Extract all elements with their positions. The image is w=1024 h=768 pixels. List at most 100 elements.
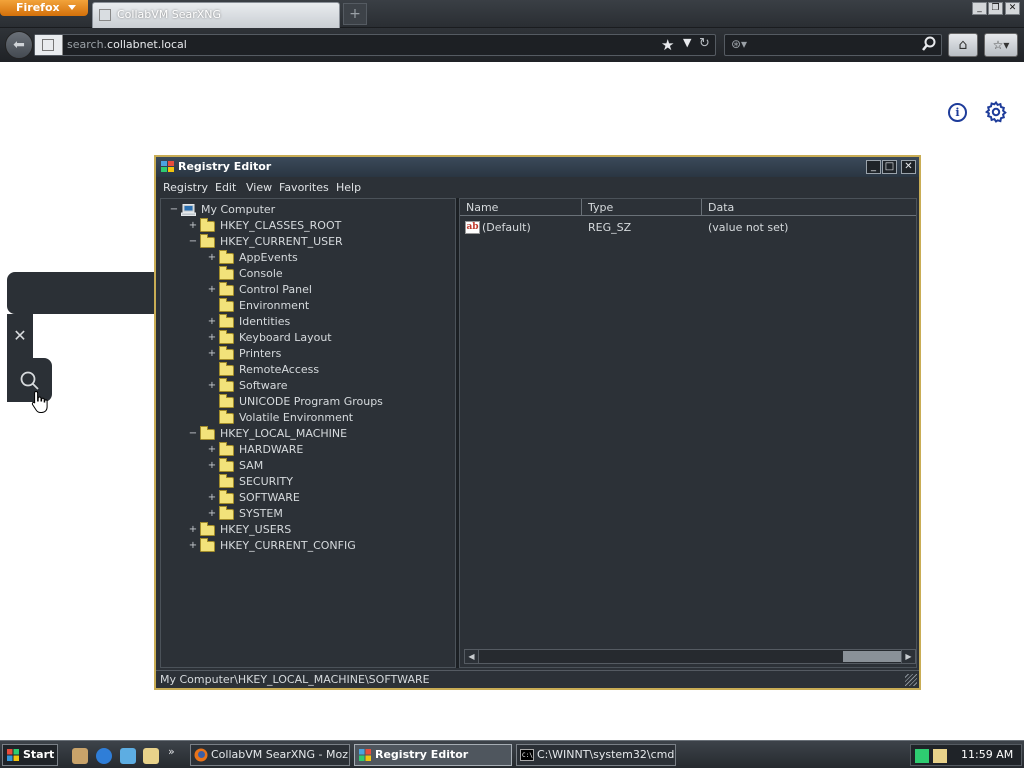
expand-icon[interactable]: + [188,538,198,554]
url-bar[interactable]: search.collabnet.local ★ ▼ ↻ [34,34,716,56]
tree-item-label: AppEvents [239,251,298,264]
expand-icon[interactable]: + [207,250,217,266]
start-button[interactable]: Start [2,744,58,766]
scrollbar-track[interactable] [479,650,901,663]
expand-icon[interactable]: + [207,346,217,362]
svg-text:C:\: C:\ [522,752,533,759]
expand-icon[interactable]: + [207,314,217,330]
close-icon: ✕ [904,161,913,172]
network-status-icon[interactable] [915,749,929,763]
expand-icon[interactable]: + [207,282,217,298]
collapse-icon[interactable]: − [188,234,198,250]
menu-registry[interactable]: Registry [163,181,208,194]
folder-icon [200,218,215,232]
expand-icon[interactable]: + [188,218,198,234]
outlook-express-icon[interactable] [143,748,159,764]
tree-item-label: Volatile Environment [239,411,354,424]
value-data: (value not set) [708,221,789,234]
tree-item-label: HKEY_USERS [220,523,292,536]
scroll-left-button[interactable]: ◀ [465,650,479,663]
internet-explorer-icon[interactable] [96,748,112,764]
taskbar-item-command-prompt[interactable]: C:\ C:\WINNT\system32\cmd.... [516,744,676,766]
expand-icon[interactable]: + [207,458,217,474]
maximize-icon: □ [884,161,895,172]
taskbar-item-label: CollabVM SearXNG - Mozill... [211,748,350,761]
collapse-icon[interactable]: − [188,426,198,442]
page-icon [42,39,54,51]
taskbar-item-firefox[interactable]: CollabVM SearXNG - Mozill... [190,744,350,766]
tree-item-label: HKEY_LOCAL_MACHINE [220,427,348,440]
clock[interactable]: 11:59 AM [961,745,1013,765]
browser-close-button[interactable]: ✕ [1005,2,1020,15]
collapse-icon[interactable]: − [169,202,179,218]
menu-favorites[interactable]: Favorites [279,181,329,194]
expand-icon[interactable]: + [207,378,217,394]
tree-item-label: Printers [239,347,282,360]
close-icon: ✕ [1008,3,1017,13]
scrollbar-thumb[interactable] [843,651,901,662]
browser-search-bar[interactable]: ⊛▾ [724,34,942,56]
browser-tab[interactable]: CollabVM SearXNG [92,2,340,28]
bookmarks-menu-button[interactable]: ☆▾ [984,33,1018,57]
browser-minimize-button[interactable]: _ [972,2,987,15]
browser-restore-button[interactable]: ❐ [988,2,1003,15]
chevron-down-icon [68,5,76,10]
show-desktop-icon[interactable] [72,748,88,764]
gear-icon[interactable] [984,100,1008,124]
string-value-icon: ab [465,221,480,234]
home-button[interactable]: ⌂ [948,33,978,57]
taskbar-item-label: Registry Editor [375,748,469,761]
folder-icon [219,346,234,360]
site-identity-button[interactable] [35,35,63,55]
search-engine-icon[interactable]: ⊛▾ [731,37,747,51]
expand-icon[interactable]: + [207,490,217,506]
taskbar-item-registry-editor[interactable]: Registry Editor [354,744,512,766]
regedit-close-button[interactable]: ✕ [901,160,916,174]
firefox-icon [194,748,208,762]
folder-icon [219,442,234,456]
column-header-type[interactable]: Type [582,199,702,216]
horizontal-scrollbar[interactable]: ◀ ▶ [464,649,916,664]
expand-icon[interactable]: + [207,442,217,458]
tree-item-label: Identities [239,315,291,328]
volume-icon[interactable] [933,749,947,763]
tree-item-label: HKEY_CURRENT_CONFIG [220,539,356,552]
column-header-data[interactable]: Data [702,199,916,216]
registry-values-list[interactable]: Name Type Data ab (Default) REG_SZ (valu… [459,198,917,668]
url-text[interactable]: search.collabnet.local [67,38,187,51]
back-button[interactable]: ⬅ [5,31,33,59]
search-go-icon[interactable] [921,36,937,52]
folder-icon [200,234,215,248]
menu-help[interactable]: Help [336,181,361,194]
bookmark-star-icon[interactable]: ★ [661,36,674,54]
resize-grip-icon[interactable] [905,674,917,686]
tree-item-label: Environment [239,299,310,312]
url-history-dropdown-icon[interactable]: ▼ [683,36,691,49]
tree-item-label: SOFTWARE [239,491,300,504]
tree-item-label: My Computer [201,203,276,216]
network-icon[interactable] [120,748,136,764]
reload-icon[interactable]: ↻ [699,36,710,51]
search-clear-button[interactable]: ✕ [7,314,33,358]
close-icon: ✕ [13,326,27,345]
menu-view[interactable]: View [246,181,272,194]
expand-icon[interactable]: + [188,522,198,538]
regedit-minimize-button[interactable]: _ [866,160,881,174]
regedit-maximize-button[interactable]: □ [882,160,897,174]
new-tab-button[interactable]: + [343,3,367,25]
folder-icon [219,250,234,264]
browser-titlebar: Firefox CollabVM SearXNG + _ ❐ ✕ [0,0,1024,28]
folder-icon [219,330,234,344]
bookmarks-star-icon: ☆▾ [992,38,1010,52]
scroll-right-button[interactable]: ▶ [901,650,915,663]
expand-icon[interactable]: + [207,506,217,522]
column-header-name[interactable]: Name [460,199,582,216]
search-panel[interactable] [7,272,157,314]
quicklaunch-more-chevron[interactable]: » [168,745,175,758]
registry-editor-titlebar[interactable]: Registry Editor _ □ ✕ [156,157,919,177]
menu-edit[interactable]: Edit [215,181,236,194]
firefox-menu-button[interactable]: Firefox [0,0,88,16]
expand-icon[interactable]: + [207,330,217,346]
registry-key-tree[interactable]: − My Computer + HKEY_CLASSES_ROOT − HKEY_CURR… [160,198,456,668]
info-icon[interactable]: i [948,103,967,122]
